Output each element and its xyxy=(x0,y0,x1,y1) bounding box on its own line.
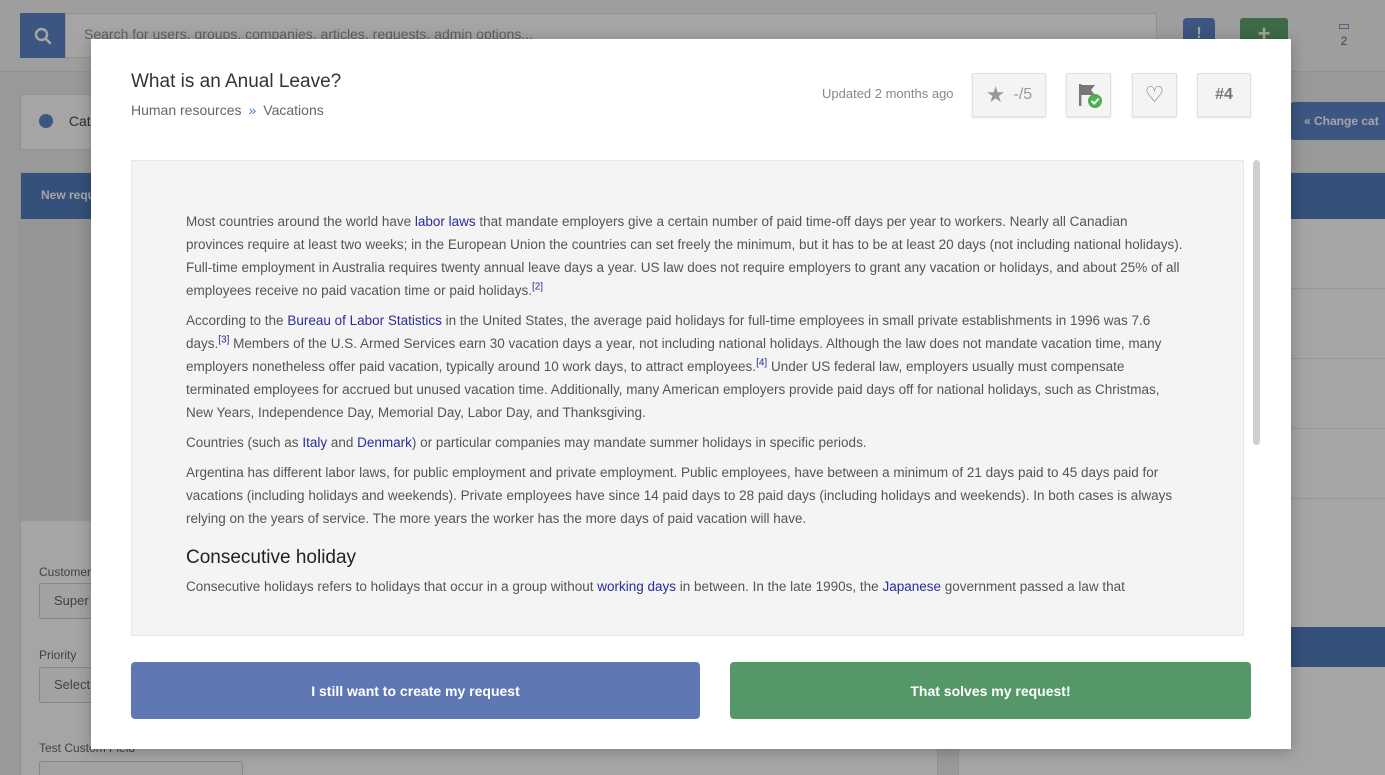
favorite-button[interactable]: ♡ xyxy=(1132,73,1177,117)
article-number-badge[interactable]: #4 xyxy=(1197,73,1251,117)
article-title: What is an Anual Leave? xyxy=(131,71,342,92)
create-request-button[interactable]: I still want to create my request xyxy=(131,662,700,719)
link-italy[interactable]: Italy xyxy=(302,435,327,450)
link-japanese[interactable]: Japanese xyxy=(882,579,941,594)
reference-2[interactable]: [2] xyxy=(532,282,543,293)
article-paragraph: Countries (such as Italy and Denmark) or… xyxy=(186,435,867,450)
breadcrumb: Human resources » Vacations xyxy=(131,102,324,118)
link-working-days[interactable]: working days xyxy=(597,579,676,594)
article-paragraph: Most countries around the world have lab… xyxy=(186,214,1183,298)
link-labor-laws[interactable]: labor laws xyxy=(415,214,476,229)
link-denmark[interactable]: Denmark xyxy=(357,435,412,450)
article-modal: What is an Anual Leave? Human resources »… xyxy=(91,39,1291,749)
article-paragraph: According to the Bureau of Labor Statist… xyxy=(186,313,1162,420)
reference-4[interactable]: [4] xyxy=(756,358,767,369)
breadcrumb-parent[interactable]: Human resources xyxy=(131,102,242,118)
reference-3[interactable]: [3] xyxy=(218,335,229,346)
article-paragraph: Argentina has different labor laws, for … xyxy=(186,465,1173,526)
breadcrumb-separator: » xyxy=(248,102,257,118)
article-content[interactable]: Most countries around the world have lab… xyxy=(131,160,1244,636)
rating-value: -/5 xyxy=(1013,86,1033,103)
breadcrumb-child[interactable]: Vacations xyxy=(263,102,323,118)
rating-button[interactable]: ★ -/5 xyxy=(972,73,1046,117)
flag-check-icon xyxy=(1078,84,1102,108)
star-icon: ★ xyxy=(985,82,1006,107)
section-heading: Consecutive holiday xyxy=(186,547,357,568)
article-paragraph: Consecutive holidays refers to holidays … xyxy=(186,579,1125,594)
scrollbar-thumb[interactable] xyxy=(1253,160,1260,445)
follow-flag-button[interactable] xyxy=(1066,73,1111,117)
solves-request-button[interactable]: That solves my request! xyxy=(730,662,1251,719)
updated-timestamp: Updated 2 months ago xyxy=(822,86,954,101)
link-bureau-labor-statistics[interactable]: Bureau of Labor Statistics xyxy=(287,313,442,328)
heart-icon: ♡ xyxy=(1144,82,1165,107)
article-body: Most countries around the world have lab… xyxy=(186,210,1186,605)
